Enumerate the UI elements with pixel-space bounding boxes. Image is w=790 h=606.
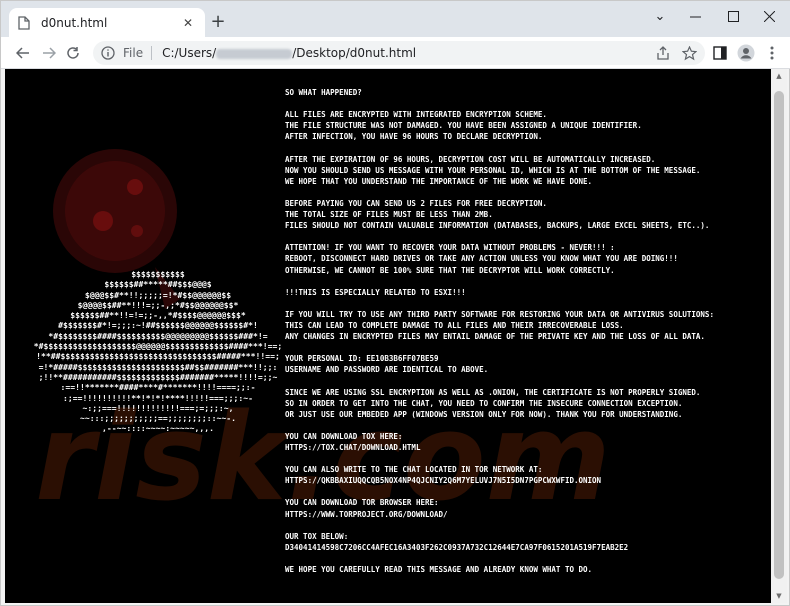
note-line: ANY CHANGES IN ENCRYPTED FILES MAY ENTAI…	[285, 332, 705, 342]
note-line: IF YOU WILL TRY TO USE ANY THIRD PARTY S…	[285, 309, 714, 319]
close-icon[interactable]: ✕	[179, 14, 197, 32]
reload-icon[interactable]	[63, 43, 83, 63]
ascii-line: *#$$$$$$$$####$$$$$$$$$$@@@@@@@@@$$$$$$#…	[48, 330, 268, 341]
tab-strip: d0nut.html ✕ + ⌄	[1, 1, 790, 37]
ascii-line: !**##$$$$$$$$$$$$$$$$$$$$$$$$$$$$$$$$###…	[36, 351, 280, 362]
note-line: HTTPS://TOX.CHAT/DOWNLOAD.HTML	[285, 443, 421, 452]
note-line: YOU CAN DOWNLOAD TOR BROWSER HERE:	[285, 498, 439, 508]
note-line: YOUR PERSONAL ID: EE10B3B6FF07BE59	[285, 354, 439, 364]
tab-title: d0nut.html	[41, 15, 108, 30]
note-paragraph: ALL FILES ARE ENCRYPTED WITH INTEGRATED …	[285, 109, 769, 142]
note-line: ATTENTION! IF YOU WANT TO RECOVER YOUR D…	[285, 243, 615, 253]
minimize-button[interactable]	[681, 5, 709, 27]
note-paragraph: SO WHAT HAPPENED?	[285, 87, 769, 98]
ascii-line: #$$$$$$$#*!=;;;:~!##$$$$$$@@@@@@$$$$$$#*…	[58, 320, 258, 331]
address-bar[interactable]: File C:/Users/ /Desktop/d0nut.html	[93, 41, 705, 65]
back-icon[interactable]	[13, 43, 33, 63]
note-line: WE HOPE YOU CAREFULLY READ THIS MESSAGE …	[285, 565, 593, 575]
note-line: NOW YOU SHOULD SEND US MESSAGE WITH YOUR…	[285, 165, 701, 175]
ascii-line: *#$$$$$$$$$$$$$$$$$$$@@@@@@$$$$$$$$$$$$$…	[33, 341, 283, 352]
omnibox-divider	[151, 46, 153, 60]
sidebar-icon[interactable]	[710, 43, 730, 63]
scrollbar[interactable]: ▲ ▼	[771, 69, 787, 603]
note-paragraph: ATTENTION! IF YOU WANT TO RECOVER YOUR D…	[285, 242, 769, 275]
note-line: THIS CAN LEAD TO COMPLETE DAMAGE TO ALL …	[285, 320, 624, 330]
note-line: OUR TOX BELOW:	[285, 531, 349, 541]
url-text: C:/Users/ /Desktop/d0nut.html	[162, 46, 416, 60]
note-line: SINCE WE ARE USING SSL ENCRYPTION AS WEL…	[285, 387, 701, 397]
note-line: OTHERWISE, WE CANNOT BE 100% SURE THAT T…	[285, 265, 615, 275]
note-line: OR JUST USE OUR EMBEDED APP (WINDOWS VER…	[285, 409, 683, 419]
note-paragraph: !!!THIS IS ESPECIALLY RELATED TO ESXI!!!	[285, 287, 769, 298]
note-paragraph: YOU CAN ALSO WRITE TO THE CHAT LOCATED I…	[285, 464, 769, 486]
tab-d0nut[interactable]: d0nut.html ✕	[9, 8, 205, 37]
note-line: BEFORE PAYING YOU CAN SEND US 2 FILES FO…	[285, 198, 547, 208]
ascii-line: =!*#####$$$$$$$$$$$$$$$$$$$$$$##$$######…	[38, 361, 278, 372]
note-line: D34041414598C7206CC4AFEC16A3403F262C0937…	[285, 542, 629, 552]
close-window-button[interactable]	[755, 5, 783, 27]
note-line: YOU CAN DOWNLOAD TOX HERE:	[285, 431, 403, 441]
note-paragraph: IF YOU WILL TRY TO USE ANY THIRD PARTY S…	[285, 309, 769, 342]
note-line: !!!THIS IS ESPECIALLY RELATED TO ESXI!!!	[285, 287, 466, 297]
note-paragraph: YOU CAN DOWNLOAD TOR BROWSER HERE: HTTPS:…	[285, 497, 769, 519]
note-line: THE FILE STRUCTURE WAS NOT DAMAGED. YOU …	[285, 121, 642, 131]
note-paragraph: YOUR PERSONAL ID: EE10B3B6FF07BE59 USERNA…	[285, 353, 769, 375]
ascii-line: $@@@@$$##**!!!=;;-,;*#$$@@@@@@$$*	[77, 299, 239, 310]
plus-icon[interactable]: +	[209, 13, 227, 32]
ascii-line: ;!!**###########$$$$$$$$$$$$$#######****…	[38, 371, 278, 382]
url-prefix: C:/Users/	[162, 46, 217, 60]
note-line: USERNAME AND PASSWORD ARE IDENTICAL TO A…	[285, 365, 489, 375]
ascii-line: $$$$$$##**!!=!=;;-,,*#$$$$@@@@@@$$$*	[70, 310, 246, 321]
redacted-username	[216, 48, 293, 59]
note-line: SO WHAT HAPPENED?	[285, 88, 362, 97]
share-icon[interactable]	[653, 43, 673, 63]
ascii-line: ,--~~::::~~~~:~~~~~,,,.	[101, 423, 215, 434]
ascii-line: ~:;;===!!!!!!!!!!!!!===;=;;;:~,	[82, 402, 234, 413]
scroll-up-icon[interactable]: ▲	[771, 69, 787, 83]
note-paragraph: OUR TOX BELOW: D34041414598C7206CC4AFEC16…	[285, 531, 769, 553]
forward-icon[interactable]	[39, 43, 59, 63]
note-paragraph: BEFORE PAYING YOU CAN SEND US 2 FILES FO…	[285, 198, 769, 231]
ascii-line: $$$$$$$$$$$	[131, 269, 185, 279]
note-line: THE TOTAL SIZE OF FILES MUST BE LESS THA…	[285, 210, 493, 220]
ascii-line: ~~:::;;;;;;;;;;;==;;;;;;;;::~~-.	[80, 413, 236, 424]
ascii-line: $$$$$$##*****##$$$@@@$	[104, 279, 212, 290]
note-line: WE HOPE THAT YOU UNDERSTAND THE IMPORTAN…	[285, 176, 593, 186]
note-line: HTTPS://QKBBAXIUQQCQB5NOX4NP4QJCNIY2Q6M7…	[285, 476, 602, 486]
ascii-line: :;==!!!!!!!!!!**!*!*!****!!!!!===;;;:~-	[62, 392, 254, 403]
url-suffix: /Desktop/d0nut.html	[292, 46, 417, 60]
file-icon	[17, 15, 31, 30]
toolbar: File C:/Users/ /Desktop/d0nut.html	[1, 37, 790, 69]
info-icon[interactable]	[101, 46, 115, 60]
note-paragraph: WE HOPE YOU CAREFULLY READ THIS MESSAGE …	[285, 564, 769, 575]
note-line: YOU CAN ALSO WRITE TO THE CHAT LOCATED I…	[285, 465, 543, 475]
note-line: HTTPS://WWW.TORPROJECT.ORG/DOWNLOAD/	[285, 509, 448, 519]
note-paragraph: YOU CAN DOWNLOAD TOX HERE: HTTPS://TOX.CH…	[285, 431, 769, 453]
collapse-tabs-icon[interactable]: ⌄	[646, 5, 674, 27]
scrollbar-thumb[interactable]	[774, 91, 784, 579]
scheme-label: File	[123, 46, 144, 60]
profile-icon[interactable]	[736, 43, 756, 63]
note-line: FILES SHOULD NOT CONTAIN VALUABLE INFORM…	[285, 221, 710, 231]
note-line: SO IN ORDER TO GET INTO THE CHAT, YOU NE…	[285, 398, 683, 408]
note-paragraph: SINCE WE ARE USING SSL ENCRYPTION AS WEL…	[285, 387, 769, 420]
note-line: AFTER INFECTION, YOU HAVE 96 HOURS TO DE…	[285, 132, 543, 142]
note-line: ALL FILES ARE ENCRYPTED WITH INTEGRATED …	[285, 110, 547, 120]
page-content: risk.com $$$$$$$$$$$ $$$$$$##*****##$$$@@…	[5, 69, 771, 603]
menu-icon[interactable]	[762, 43, 782, 63]
scroll-down-icon[interactable]: ▼	[771, 589, 787, 603]
ransom-note: SO WHAT HAPPENED? ALL FILES ARE ENCRYPTED…	[285, 87, 769, 586]
star-icon[interactable]	[679, 43, 699, 63]
note-paragraph: AFTER THE EXPIRATION OF 96 HOURS, DECRYP…	[285, 154, 769, 187]
browser-window: d0nut.html ✕ + ⌄ File C:/Users/ /Desktop…	[0, 0, 790, 606]
ascii-line: $@@@$$#**!!;;;;;=!*#$$@@@@@@$$	[84, 289, 232, 300]
ascii-art: $$$$$$$$$$$ $$$$$$##*****##$$$@@@$ $@@@$$#…	[31, 269, 285, 434]
note-line: AFTER THE EXPIRATION OF 96 HOURS, DECRYP…	[285, 154, 656, 164]
ascii-line: :==!!*******####****#*******!!!!====;;:-	[60, 382, 256, 393]
maximize-button[interactable]	[719, 5, 747, 27]
note-line: REBOOT, DISCONNECT HARD DRIVES OR TAKE A…	[285, 254, 678, 264]
